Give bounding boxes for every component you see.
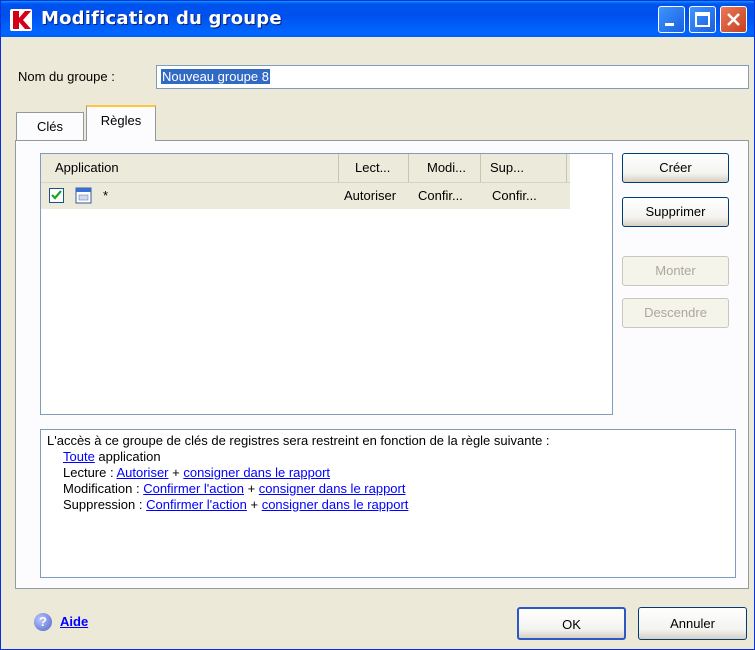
read-action-link[interactable]: Autoriser bbox=[116, 465, 168, 480]
application-text: application bbox=[94, 449, 161, 464]
application-icon bbox=[75, 187, 92, 204]
column-header-application[interactable]: Application bbox=[41, 154, 339, 182]
group-name-input[interactable]: Nouveau groupe 8 bbox=[156, 65, 749, 89]
close-button[interactable] bbox=[720, 6, 747, 33]
cell-modify: Confir... bbox=[418, 188, 463, 203]
description-line-delete: Suppression : Confirmer l'action + consi… bbox=[47, 497, 729, 513]
minimize-button[interactable] bbox=[658, 6, 685, 33]
cancel-button[interactable]: Annuler bbox=[638, 607, 747, 640]
description-line-application: Toute application bbox=[47, 449, 729, 465]
move-down-button-label: Descendre bbox=[644, 305, 707, 320]
move-up-button[interactable]: Monter bbox=[622, 256, 729, 286]
tab-rules-label: Règles bbox=[100, 113, 142, 128]
help-icon[interactable]: ? bbox=[34, 613, 52, 631]
read-log-link[interactable]: consigner dans le rapport bbox=[183, 465, 330, 480]
create-button-label: Créer bbox=[659, 160, 692, 175]
tab-keys[interactable]: Clés bbox=[16, 112, 84, 140]
description-intro: L'accès à ce groupe de clés de registres… bbox=[47, 433, 550, 448]
move-down-button[interactable]: Descendre bbox=[622, 298, 729, 328]
modify-action-link[interactable]: Confirmer l'action bbox=[143, 481, 244, 496]
group-name-label: Nom du groupe : bbox=[18, 69, 115, 84]
delete-label: Suppression : bbox=[63, 497, 147, 512]
title-bar[interactable]: Modification du groupe bbox=[1, 1, 754, 37]
table-row[interactable]: * Autoriser Confir... Confir... bbox=[41, 183, 570, 209]
group-name-value: Nouveau groupe 8 bbox=[161, 69, 270, 84]
column-header-modify[interactable]: Modi... bbox=[409, 154, 481, 182]
move-up-button-label: Monter bbox=[655, 263, 696, 278]
maximize-button[interactable] bbox=[689, 6, 716, 33]
cell-application: * bbox=[103, 188, 109, 203]
ok-button[interactable]: OK bbox=[517, 607, 626, 640]
modify-label: Modification : bbox=[63, 481, 144, 496]
cancel-button-label: Annuler bbox=[670, 616, 715, 631]
minimize-icon bbox=[665, 23, 674, 26]
modify-plus: + bbox=[243, 481, 259, 496]
description-line-modify: Modification : Confirmer l'action + cons… bbox=[47, 481, 729, 497]
cell-read: Autoriser bbox=[344, 188, 397, 203]
modify-log-link[interactable]: consigner dans le rapport bbox=[259, 481, 406, 496]
description-line-read: Lecture : Autoriser + consigner dans le … bbox=[47, 465, 729, 481]
delete-button[interactable]: Supprimer bbox=[622, 197, 729, 227]
window-title: Modification du groupe bbox=[41, 8, 282, 29]
cell-delete: Confir... bbox=[492, 188, 537, 203]
rule-description: L'accès à ce groupe de clés de registres… bbox=[40, 429, 736, 578]
delete-button-label: Supprimer bbox=[645, 204, 706, 219]
tab-rules[interactable]: Règles bbox=[86, 105, 156, 141]
read-label: Lecture : bbox=[63, 465, 117, 480]
maximize-icon bbox=[695, 12, 710, 27]
ok-button-label: OK bbox=[562, 617, 581, 632]
read-plus: + bbox=[168, 465, 184, 480]
checkmark-icon bbox=[51, 190, 62, 200]
column-header-read[interactable]: Lect... bbox=[339, 154, 409, 182]
create-button[interactable]: Créer bbox=[622, 153, 729, 183]
any-application-link[interactable]: Toute bbox=[63, 449, 95, 464]
dialog-window: Modification du groupe Nom du groupe : N… bbox=[0, 0, 755, 650]
list-header: Application Lect... Modi... Sup... bbox=[41, 154, 570, 183]
kaspersky-logo-icon bbox=[10, 9, 32, 31]
delete-plus: + bbox=[246, 497, 262, 512]
delete-action-link[interactable]: Confirmer l'action bbox=[146, 497, 247, 512]
column-header-delete[interactable]: Sup... bbox=[481, 154, 567, 182]
delete-log-link[interactable]: consigner dans le rapport bbox=[262, 497, 409, 512]
close-icon bbox=[727, 13, 740, 26]
rule-checkbox[interactable] bbox=[49, 188, 64, 203]
tab-keys-label: Clés bbox=[36, 119, 63, 134]
help-link[interactable]: Aide bbox=[60, 614, 88, 629]
rules-list[interactable]: Application Lect... Modi... Sup... * Aut… bbox=[40, 153, 613, 415]
